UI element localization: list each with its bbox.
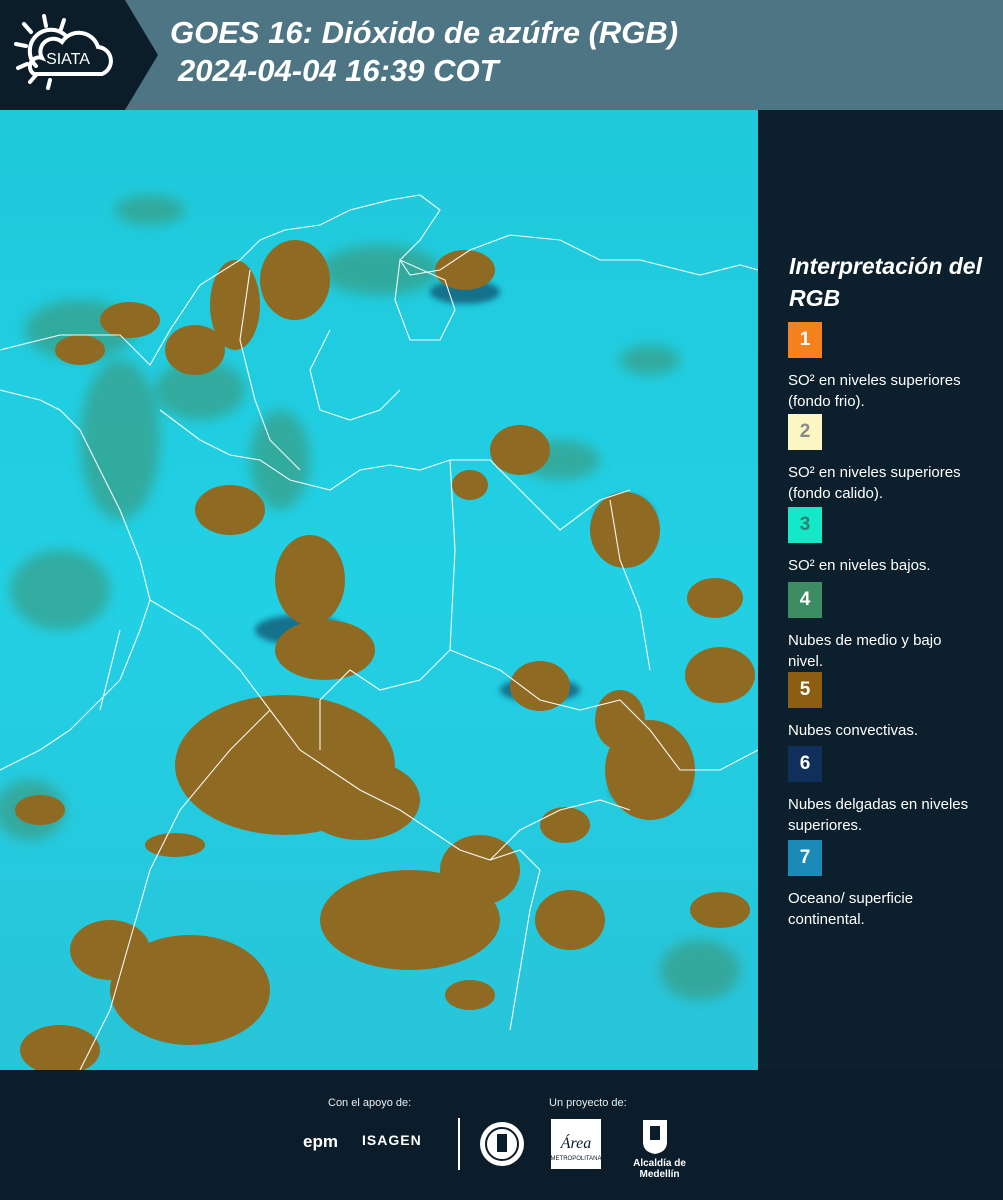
legend-item: 1 SO² en niveles superiores (fondo frio). [788,322,978,412]
legend-swatch: 2 [788,414,822,450]
legend-swatch: 3 [788,507,822,543]
siata-logo-icon: SIATA [14,14,113,90]
legend-text: SO² en niveles bajos. [788,557,931,574]
legend-item: 3 SO² en niveles bajos. [788,507,978,576]
footer-divider [458,1118,460,1170]
alcaldia-shield-icon [643,1120,667,1154]
legend-text: Nubes convectivas. [788,722,919,739]
satellite-map [0,110,758,1070]
legend-swatch: 4 [788,582,822,618]
isagen-logo: ISAGEN [362,1132,422,1148]
legend-panel: Interpretación del RGB 1 SO² en niveles s… [760,110,1003,1070]
page-title: GOES 16: Dióxido de azúfre (RGB) 2024-04… [170,14,678,90]
legend-text: Nubes delgadas en niveles superiores. [788,796,969,834]
logo-panel: SIATA [0,0,158,110]
legend-item: 2 SO² en niveles superiores (fondo calido… [788,414,978,504]
svg-text:METROPOLITANA: METROPOLITANA [551,1156,602,1162]
legend-swatch: 6 [788,746,822,782]
medellin-seal-icon [480,1122,524,1166]
legend-swatch: 5 [788,672,822,708]
legend-swatch: 7 [788,840,822,876]
support-label: Con el apoyo de: [328,1097,412,1109]
legend-item: 7 Oceano/ superficie continental. [788,840,978,930]
footer: Con el apoyo de: Un proyecto de: epm ISA… [0,1070,1003,1200]
area-metropolitana-logo-icon: Área METROPOLITANA [551,1119,602,1169]
project-label: Un proyecto de: [549,1097,627,1109]
legend-text: SO² en niveles superiores (fondo frio). [788,372,961,410]
alcaldia-text: Alcaldía de Medellín [633,1158,686,1180]
legend-title: Interpretación del RGB [789,253,982,311]
legend-text: Oceano/ superficie continental. [788,890,914,928]
legend-item: 4 Nubes de medio y bajo nivel. [788,582,978,672]
title-line-1: GOES 16: Dióxido de azúfre (RGB) [170,15,679,50]
header-bar: SIATA GOES 16: Dióxido de azúfre (RGB) 2… [0,0,1003,110]
legend-text: SO² en niveles superiores (fondo calido)… [788,464,961,502]
title-timestamp: 2024-04-04 16:39 COT [178,53,499,88]
legend-text: Nubes de medio y bajo nivel. [788,632,942,670]
logo-text: SIATA [46,51,90,68]
legend-swatch: 1 [788,322,822,358]
legend-item: 6 Nubes delgadas en niveles superiores. [788,746,978,836]
so2-rgb-image [0,110,758,1070]
legend-item: 5 Nubes convectivas. [788,672,978,741]
svg-text:Área: Área [560,1133,592,1152]
epm-logo: epm [303,1132,338,1151]
